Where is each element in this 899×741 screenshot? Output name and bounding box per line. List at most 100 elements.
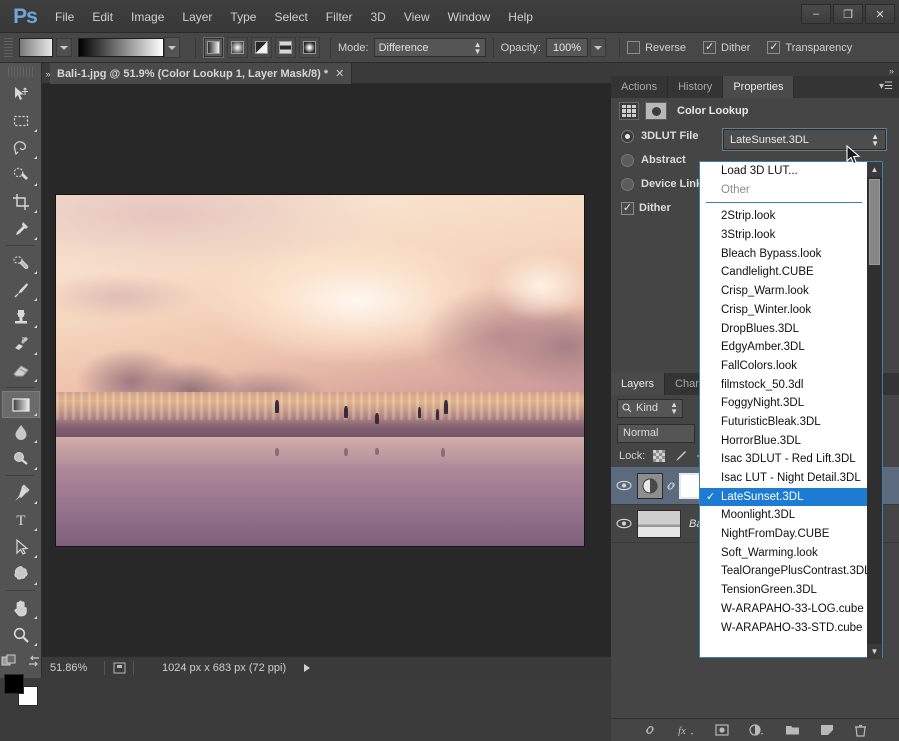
- swap-colors-icon[interactable]: [27, 654, 41, 668]
- menu-image[interactable]: Image: [122, 6, 173, 28]
- blur-tool[interactable]: [2, 418, 40, 445]
- canvas-area[interactable]: [42, 84, 611, 656]
- lut-item-3strip[interactable]: 3Strip.look: [700, 226, 868, 245]
- lut-item-nightfromday[interactable]: NightFromDay.CUBE: [700, 525, 868, 544]
- fx-icon[interactable]: fx: [677, 724, 695, 736]
- eraser-tool[interactable]: [2, 357, 40, 384]
- lut-item-tensiongreen[interactable]: TensionGreen.3DL: [700, 581, 868, 600]
- lut-menu-item-other[interactable]: Other: [700, 181, 868, 200]
- quick-selection-tool[interactable]: [2, 161, 40, 188]
- gradient-type-angle-button[interactable]: [251, 37, 272, 58]
- lut-dropdown-list[interactable]: Load 3D LUT... Other 2Strip.look 3Strip.…: [700, 162, 868, 659]
- tab-history[interactable]: History: [668, 76, 724, 98]
- lut-item-edgyamber[interactable]: EdgyAmber.3DL: [700, 338, 868, 357]
- new-group-icon[interactable]: [785, 724, 800, 736]
- tab-layers[interactable]: Layers: [611, 373, 666, 395]
- reverse-checkbox[interactable]: Reverse: [627, 41, 691, 54]
- dither-checkbox[interactable]: ✓ Dither: [703, 41, 755, 54]
- lut-item-moonlight[interactable]: Moonlight.3DL: [700, 506, 868, 525]
- new-layer-icon[interactable]: [820, 724, 834, 736]
- foreground-color-swatch[interactable]: [3, 674, 24, 694]
- rectangular-marquee-tool[interactable]: [2, 107, 40, 134]
- hand-tool[interactable]: [2, 594, 40, 621]
- opacity-dropdown-button[interactable]: [590, 38, 607, 57]
- lock-transparent-pixels-icon[interactable]: [653, 450, 666, 462]
- add-mask-icon[interactable]: [715, 724, 729, 736]
- tab-overflow-arrows[interactable]: »: [42, 64, 54, 84]
- document-tab[interactable]: Bali-1.jpg @ 51.9% (Color Lookup 1, Laye…: [50, 63, 353, 84]
- tools-panel-grip[interactable]: [8, 66, 33, 77]
- layer-visibility-icon[interactable]: [611, 480, 637, 491]
- transparency-checkbox[interactable]: ✓ Transparency: [767, 41, 857, 54]
- opacity-input[interactable]: 100%: [545, 38, 589, 57]
- blend-mode-select[interactable]: Difference ▲ ▼: [373, 38, 486, 57]
- spot-healing-brush-tool[interactable]: [2, 249, 40, 276]
- scroll-down-icon[interactable]: ▼: [867, 644, 882, 659]
- clone-stamp-tool[interactable]: [2, 303, 40, 330]
- lut-item-latesunset[interactable]: ✓ LateSunset.3DL: [700, 487, 868, 507]
- dodge-tool[interactable]: [2, 445, 40, 472]
- gradient-picker-button[interactable]: [164, 37, 180, 58]
- lut-item-crisp-warm[interactable]: Crisp_Warm.look: [700, 282, 868, 301]
- brush-tool[interactable]: [2, 276, 40, 303]
- path-selection-tool[interactable]: [2, 533, 40, 560]
- new-adjustment-icon[interactable]: [749, 724, 765, 736]
- layer-filter-kind-select[interactable]: Kind ▲ ▼: [617, 398, 683, 418]
- layer-mask-link-icon[interactable]: [663, 480, 679, 492]
- lut-item-w-arapaho-std[interactable]: W-ARAPAHO-33-STD.cube: [700, 619, 868, 638]
- lut-menu-item-load[interactable]: Load 3D LUT...: [700, 162, 868, 181]
- color-swatches[interactable]: [3, 674, 38, 706]
- options-bar-grip[interactable]: [4, 37, 13, 58]
- minimize-button[interactable]: –: [801, 4, 831, 24]
- gradient-type-reflected-button[interactable]: [275, 37, 296, 58]
- layer-blend-mode-select[interactable]: Normal: [617, 423, 695, 443]
- custom-shape-tool[interactable]: [2, 560, 40, 587]
- gradient-editor-strip[interactable]: [78, 38, 164, 57]
- lut-item-crisp-winter[interactable]: Crisp_Winter.look: [700, 301, 868, 320]
- lut-item-bleach-bypass[interactable]: Bleach Bypass.look: [700, 245, 868, 264]
- tab-properties[interactable]: Properties: [723, 76, 795, 98]
- menu-edit[interactable]: Edit: [83, 6, 122, 28]
- menu-filter[interactable]: Filter: [317, 6, 362, 28]
- layer-mask-thumbnail-icon[interactable]: [645, 102, 667, 120]
- lut-item-foggynight[interactable]: FoggyNight.3DL: [700, 394, 868, 413]
- lasso-tool[interactable]: [2, 134, 40, 161]
- gradient-tool[interactable]: [1, 391, 40, 418]
- gradient-type-linear-button[interactable]: [203, 37, 224, 58]
- lut-item-fallcolors[interactable]: FallColors.look: [700, 357, 868, 376]
- lut-item-w-arapaho-log[interactable]: W-ARAPAHO-33-LOG.cube: [700, 600, 868, 619]
- quick-mask-icon[interactable]: [1, 654, 17, 668]
- eyedropper-tool[interactable]: [2, 215, 40, 242]
- scrollbar-thumb[interactable]: [869, 179, 880, 265]
- lut-item-2strip[interactable]: 2Strip.look: [700, 207, 868, 226]
- panel-menu-icon[interactable]: ▾☰: [879, 81, 893, 92]
- layer-visibility-icon[interactable]: [611, 518, 637, 529]
- close-icon[interactable]: ✕: [335, 67, 344, 80]
- lut-dropdown-scrollbar[interactable]: ▲ ▼: [867, 162, 882, 659]
- menu-layer[interactable]: Layer: [173, 6, 221, 28]
- lut-item-isac-night-detail[interactable]: Isac LUT - Night Detail.3DL: [700, 469, 868, 488]
- lut-item-dropblues[interactable]: DropBlues.3DL: [700, 320, 868, 339]
- delete-layer-icon[interactable]: [854, 724, 867, 737]
- tab-actions[interactable]: Actions: [611, 76, 669, 98]
- menu-select[interactable]: Select: [265, 6, 316, 28]
- menu-help[interactable]: Help: [499, 6, 542, 28]
- menu-file[interactable]: File: [46, 6, 83, 28]
- history-brush-tool[interactable]: [2, 330, 40, 357]
- document-image[interactable]: [55, 194, 585, 547]
- gradient-type-diamond-button[interactable]: [299, 37, 320, 58]
- lut-dropdown-menu[interactable]: Load 3D LUT... Other 2Strip.look 3Strip.…: [699, 161, 883, 659]
- layer-thumbnail[interactable]: [637, 509, 681, 538]
- gradient-type-radial-button[interactable]: [227, 37, 248, 58]
- lut-item-filmstock-50[interactable]: filmstock_50.3dl: [700, 376, 868, 395]
- move-tool[interactable]: [2, 80, 40, 107]
- link-icon[interactable]: [643, 724, 657, 736]
- type-tool[interactable]: T: [2, 506, 40, 533]
- menu-window[interactable]: Window: [439, 6, 500, 28]
- lut-item-tealorangepluscontrast[interactable]: TealOrangePlusContrast.3DL: [700, 562, 868, 581]
- lut-item-candlelight[interactable]: Candlelight.CUBE: [700, 263, 868, 282]
- menu-view[interactable]: View: [395, 6, 439, 28]
- lut-item-futuristicbleak[interactable]: FuturisticBleak.3DL: [700, 413, 868, 432]
- crop-tool[interactable]: [2, 188, 40, 215]
- lut-item-isac-red-lift[interactable]: Isac 3DLUT - Red Lift.3DL: [700, 450, 868, 469]
